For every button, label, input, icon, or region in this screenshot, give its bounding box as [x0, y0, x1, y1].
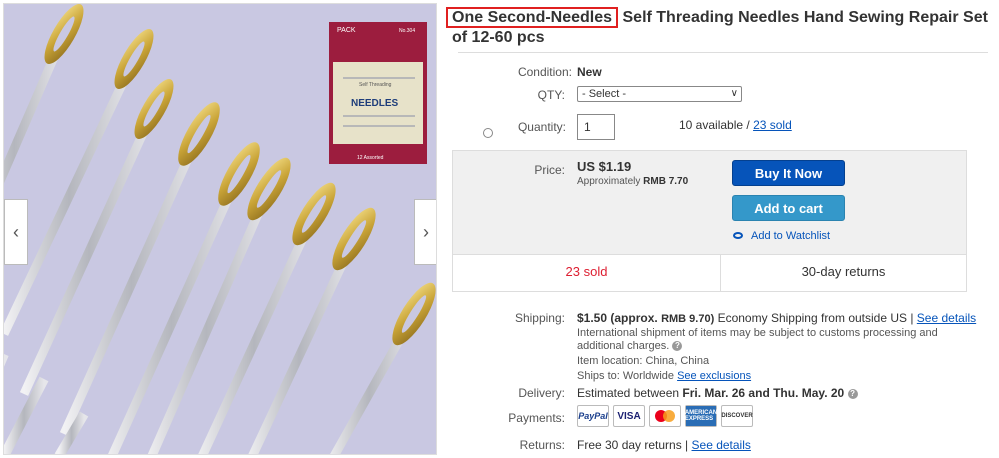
quantity-input[interactable]: 1 — [577, 114, 615, 140]
add-to-cart-button[interactable]: Add to cart — [732, 195, 845, 221]
product-image-gallery[interactable]: PACK No.304 Self Threading NEEDLES 12 As… — [3, 3, 437, 455]
shipping-approx: (approx. — [610, 311, 658, 325]
returns-text: Free 30 day returns | — [577, 438, 692, 452]
watchlist-label: Add to Watchlist — [751, 230, 831, 242]
item-location: Item location: China, China — [577, 355, 710, 367]
next-image-button[interactable]: › — [414, 199, 436, 265]
prev-image-button[interactable]: ‹ — [4, 199, 28, 265]
price-approx: Approximately RMB 7.70 — [577, 176, 688, 187]
approx-prefix: Approximately — [577, 176, 644, 187]
shipping-method: Economy Shipping from outside US | — [714, 311, 917, 325]
title-brand-highlight: One Second-Needles — [446, 7, 619, 28]
delivery-range: Fri. Mar. 26 and Thu. May. 20 — [682, 386, 845, 400]
needle-package: PACK No.304 Self Threading NEEDLES 12 As… — [329, 22, 427, 164]
qty-select[interactable]: - Select - ∨ — [577, 86, 742, 102]
shipping-label: Shipping: — [514, 311, 565, 325]
see-exclusions-link[interactable]: See exclusions — [677, 370, 751, 382]
discover-icon: DISCOVER — [721, 405, 753, 427]
approx-value: RMB 7.70 — [643, 176, 689, 187]
mastercard-icon — [649, 405, 681, 427]
payments-label: Payments: — [508, 411, 565, 425]
svg-text:12 Assorted: 12 Assorted — [357, 155, 384, 161]
eye-icon — [733, 231, 743, 239]
returns-see-details-link[interactable]: See details — [692, 438, 751, 452]
returns-policy: Free 30 day returns | See details — [577, 438, 751, 452]
chevron-down-icon: ∨ — [730, 88, 738, 99]
price-value: US $1.19 — [577, 159, 632, 174]
amex-icon: AMERICAN EXPRESS — [685, 405, 717, 427]
availability: 10 available / 23 sold — [679, 118, 792, 132]
sold-count: 23 sold — [453, 255, 721, 292]
buy-it-now-button[interactable]: Buy It Now — [732, 160, 845, 186]
ships-to: Ships to: Worldwide — [577, 370, 678, 382]
add-to-watchlist-link[interactable]: Add to Watchlist — [733, 230, 830, 242]
item-stats-row: 23 sold 30-day returns — [453, 254, 966, 292]
returns-badge: 30-day returns — [801, 264, 886, 279]
available-text: 10 available / — [679, 118, 754, 132]
visa-icon: VISA — [613, 405, 645, 427]
paypal-icon: PayPal — [577, 405, 609, 427]
returns-label: Returns: — [519, 438, 565, 452]
delivery-label: Delivery: — [518, 386, 565, 400]
shipping-cost: $1.50 — [577, 311, 608, 325]
payment-methods: PayPal VISA AMERICAN EXPRESS DISCOVER — [577, 405, 753, 427]
help-icon[interactable]: ? — [847, 388, 858, 399]
delivery-estimate: Estimated between Fri. Mar. 26 and Thu. … — [577, 386, 858, 400]
price-label: Price: — [534, 163, 565, 177]
svg-text:PACK: PACK — [337, 27, 356, 34]
help-icon[interactable]: ? — [672, 341, 683, 352]
product-image: PACK No.304 Self Threading NEEDLES 12 As… — [4, 4, 436, 454]
intl-shipping-note: International shipment of items may be s… — [577, 327, 938, 352]
shipping-see-details-link[interactable]: See details — [917, 311, 976, 325]
sold-link[interactable]: 23 sold — [753, 118, 792, 132]
title-divider — [458, 52, 988, 53]
condition-value: New — [577, 65, 602, 79]
shipping-details: $1.50 (approx. RMB 9.70) Economy Shippin… — [577, 311, 982, 383]
qty-label: QTY: — [537, 88, 565, 102]
shipping-approx-value: RMB 9.70) — [661, 313, 715, 325]
delivery-prefix: Estimated between — [577, 386, 683, 400]
amex-label: AMERICAN EXPRESS — [685, 406, 717, 426]
condition-label: Condition: — [517, 65, 572, 79]
item-title: One Second-Needles Self Threading Needle… — [446, 7, 997, 48]
svg-text:NEEDLES: NEEDLES — [351, 98, 399, 109]
qty-select-value: - Select - — [582, 88, 627, 100]
svg-text:Self Threading: Self Threading — [359, 82, 392, 88]
svg-text:No.304: No.304 — [399, 28, 415, 34]
quantity-label: Quantity: — [517, 120, 566, 134]
